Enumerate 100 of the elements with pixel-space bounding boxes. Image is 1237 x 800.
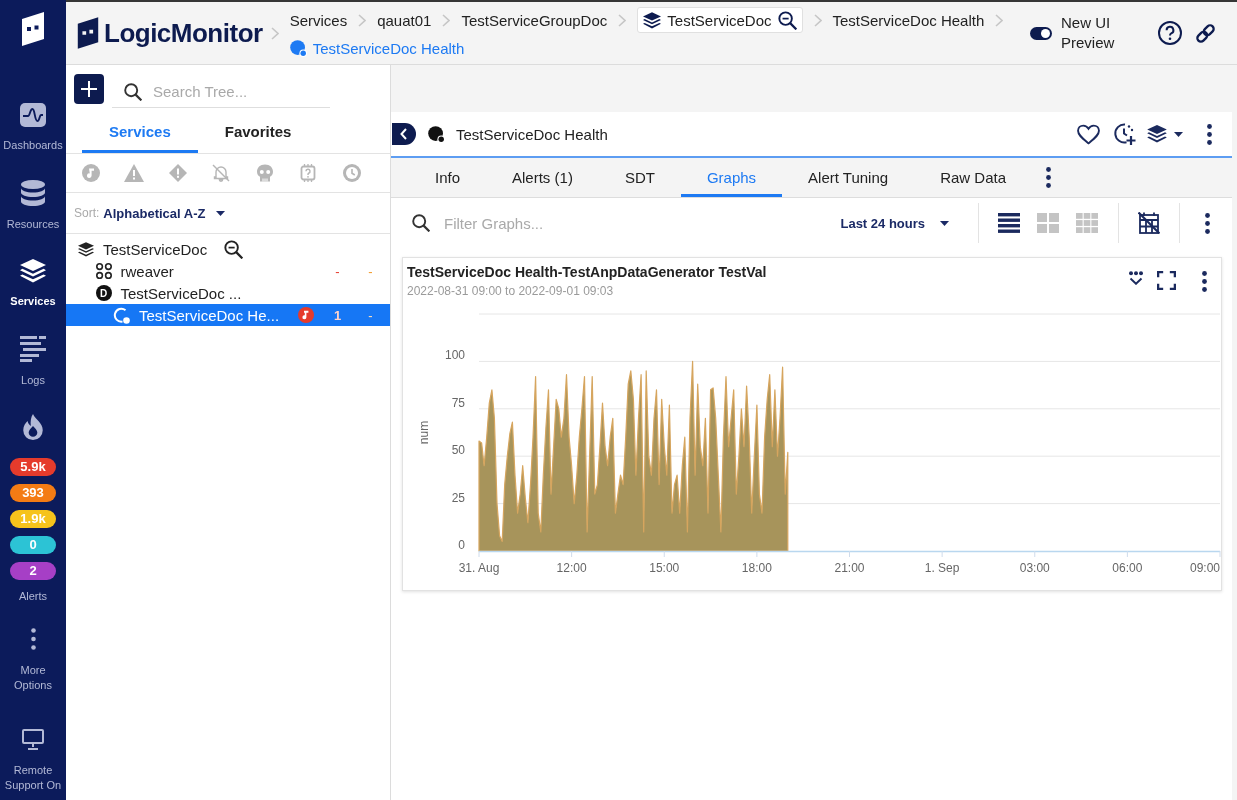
breadcrumb-link[interactable]: Services [289, 11, 348, 29]
crossed-calendar-icon[interactable] [1138, 212, 1160, 234]
graph-title: TestServiceDoc Health-TestAnpDataGenerator TestVal [407, 263, 767, 281]
kebab-menu-icon[interactable] [1207, 123, 1212, 145]
chevron-right-icon [618, 13, 627, 27]
alert-count: - [367, 263, 374, 279]
x-tick-label: 21:00 [834, 561, 865, 575]
remote-support-button[interactable]: Remote Support On [0, 729, 66, 793]
y-axis-title: num [417, 420, 431, 445]
service-status-icon [428, 125, 445, 143]
chevron-right-icon [813, 13, 822, 27]
breadcrumb-link[interactable]: qauat01 [377, 11, 432, 29]
alert-count-badge[interactable]: 5.9k [10, 458, 56, 476]
time-range-dropdown[interactable]: Last 24 hours [840, 215, 949, 231]
x-tick-label: 03:00 [1019, 561, 1050, 575]
detail-tab[interactable]: Info [409, 158, 487, 197]
service-status-icon [289, 39, 307, 57]
layers-icon [1147, 125, 1167, 143]
breadcrumb-link[interactable]: TestServiceGroupDoc [461, 11, 608, 29]
monitor-icon [22, 729, 44, 750]
panel-tab[interactable]: Services [82, 113, 198, 153]
vertical-dots-icon [30, 628, 36, 650]
filter-field[interactable]: Filter Graphs... [444, 214, 841, 232]
dots-chevron-icon[interactable] [1126, 271, 1146, 285]
kebab-menu-icon[interactable] [1046, 167, 1051, 188]
brand-name: LogicMonitor [104, 17, 263, 49]
x-tick-label: 15:00 [649, 561, 680, 575]
y-tick-label: 0 [458, 538, 465, 552]
service-status-icon [113, 306, 130, 324]
expand-icon[interactable] [1157, 271, 1176, 290]
nav-item[interactable]: Logs [0, 322, 66, 400]
alert-count: 1 [332, 307, 343, 323]
tree-item[interactable]: TestServiceDoc [66, 238, 390, 260]
device-badge: D [95, 285, 112, 301]
clock-plus-icon[interactable] [1112, 122, 1136, 146]
chevron-left-icon [399, 128, 407, 140]
alert-count: - [367, 307, 374, 323]
add-button[interactable] [74, 74, 104, 104]
sort-label: Sort: [74, 206, 100, 220]
detail-tab[interactable]: Raw Data [914, 158, 1032, 197]
panel-tab[interactable]: Favorites [197, 113, 319, 153]
x-tick-label: 31. Aug [458, 561, 500, 575]
nav-item[interactable]: Dashboards [0, 88, 66, 166]
zoom-out-icon[interactable] [224, 239, 244, 259]
more-options-button[interactable]: More Options [0, 628, 66, 693]
x-tick-label: 18:00 [741, 561, 772, 575]
chevron-right-icon [270, 26, 279, 40]
y-tick-label: 25 [451, 490, 465, 505]
alert-count-badge[interactable]: 2 [10, 562, 56, 580]
logo-icon[interactable] [75, 16, 101, 50]
tree-item[interactable]: rweaver - - [66, 260, 390, 282]
tree-item[interactable]: D TestServiceDoc ... [66, 282, 390, 304]
help-icon[interactable] [1158, 21, 1182, 45]
x-tick-label: 06:00 [1112, 561, 1143, 575]
chevron-right-icon [442, 13, 451, 27]
chevron-right-icon [358, 13, 367, 27]
four-circles-icon [95, 263, 112, 279]
y-tick-label: 100 [444, 348, 465, 363]
database-icon [21, 179, 45, 206]
layers-icon [20, 258, 46, 283]
search-icon [124, 82, 142, 101]
breadcrumb-link[interactable]: TestServiceDoc [637, 7, 803, 33]
y-tick-label: 50 [451, 443, 465, 458]
x-tick-label: 09:00 [1189, 561, 1220, 575]
detail-tab[interactable]: SDT [598, 158, 681, 197]
link-icon[interactable] [1194, 21, 1217, 45]
layers-icon [643, 11, 662, 29]
chevron-right-icon [995, 13, 1004, 27]
toggle-switch[interactable] [1030, 26, 1052, 40]
y-tick-label: 75 [451, 395, 465, 410]
caret-icon[interactable] [216, 210, 226, 216]
detail-tab[interactable]: Alerts (1) [486, 158, 599, 197]
flame-icon[interactable] [23, 414, 43, 440]
kebab-menu-icon[interactable] [1202, 271, 1207, 292]
search-icon [412, 214, 430, 232]
layers-icon [78, 241, 94, 257]
detail-title: TestServiceDoc Health [456, 125, 608, 143]
sort-dropdown[interactable]: Alphabetical A-Z [103, 205, 226, 221]
alert-count: - [334, 263, 341, 279]
toggle-label: New UI Preview [1061, 13, 1116, 53]
nav-item[interactable]: Resources [0, 166, 66, 244]
zoom-out-icon[interactable] [777, 10, 797, 30]
back-button[interactable] [392, 123, 416, 145]
kebab-menu-icon[interactable] [1205, 212, 1210, 234]
wave-chart-icon [20, 102, 46, 127]
tree-item[interactable]: TestServiceDoc He... 1 - [66, 304, 390, 326]
caret-icon[interactable] [940, 220, 949, 226]
breadcrumb-link[interactable]: TestServiceDoc Health [832, 11, 985, 29]
search-field[interactable]: Search Tree... [153, 83, 330, 100]
detail-tab[interactable]: Alert Tuning [782, 158, 915, 197]
x-tick-label: 1. Sep [924, 561, 960, 575]
list-lines-icon [20, 335, 46, 362]
nav-item[interactable]: Services [0, 244, 66, 322]
logo-icon[interactable] [19, 12, 47, 46]
list-view-icon[interactable] [998, 213, 1020, 233]
graph-time-range: 2022-08-31 09:00 to 2022-09-01 09:03 [407, 284, 615, 299]
page-title: TestServiceDoc Health [312, 39, 465, 57]
heart-icon[interactable] [1077, 123, 1100, 145]
alerts-label: Alerts [18, 590, 48, 603]
caret-icon[interactable] [1174, 131, 1183, 137]
